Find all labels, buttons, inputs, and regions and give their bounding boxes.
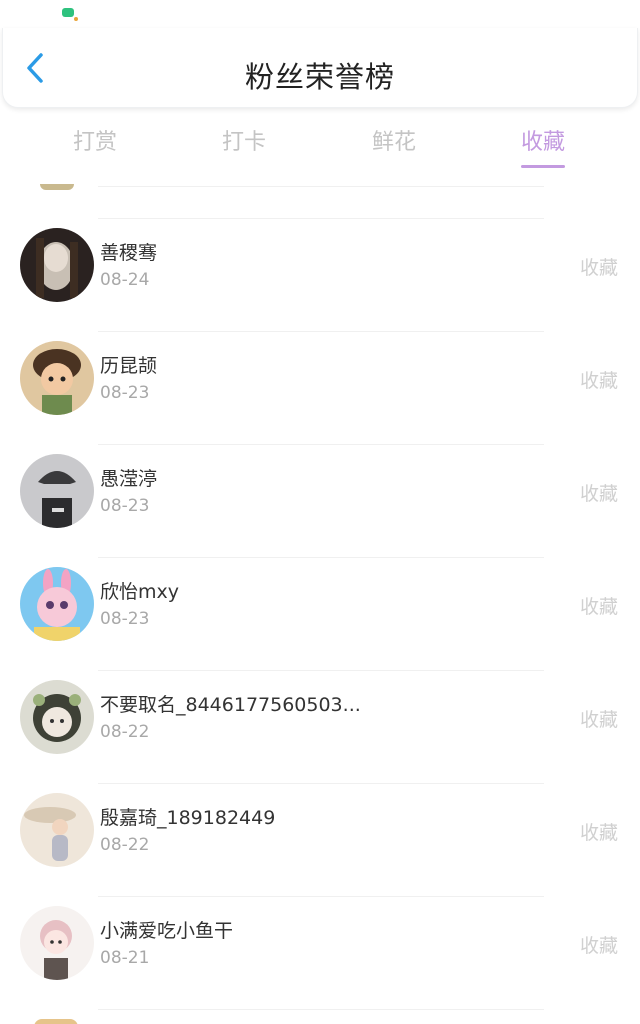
page-title: 粉丝荣誉榜 [244,60,395,94]
tab-bar: 打赏 打卡 鲜花 收藏 [0,110,640,170]
action-label[interactable]: 收藏 [580,592,618,619]
divider [98,783,544,784]
list-item[interactable]: 不要取名_8446177560503... 08-22 收藏 [0,670,640,783]
avatar[interactable] [20,680,94,754]
list-item[interactable]: 善稷骞 08-24 收藏 [0,218,640,331]
avatar[interactable] [20,228,94,302]
list-item[interactable]: 殷嘉琦_189182449 08-22 收藏 [0,783,640,896]
action-label[interactable]: 收藏 [580,705,618,732]
tab-checkin[interactable]: 打卡 [222,124,266,156]
fan-name: 欣怡mxy [100,581,179,603]
action-label[interactable]: 收藏 [580,366,618,393]
divider [98,1009,544,1010]
list-item[interactable]: 欣怡mxy 08-23 收藏 [0,557,640,670]
header: 粉丝荣誉榜 [2,28,638,108]
fan-name: 历昆颉 [100,355,158,377]
fan-name: 不要取名_8446177560503... [100,694,361,716]
avatar[interactable] [20,341,94,415]
avatar[interactable] [20,906,94,980]
avatar[interactable] [20,567,94,641]
tab-reward[interactable]: 打赏 [73,124,117,156]
fan-date: 08-23 [100,496,150,516]
avatar[interactable] [20,454,94,528]
fan-date: 08-22 [100,722,150,742]
action-label[interactable]: 收藏 [580,818,618,845]
divider [98,557,544,558]
fan-date: 08-21 [100,948,150,968]
divider [98,444,544,445]
fan-date: 08-22 [100,835,150,855]
fan-date: 08-23 [100,609,150,629]
tab-flowers[interactable]: 鲜花 [372,124,416,156]
fan-list[interactable]: 善稷骞 08-24 收藏 历昆颉 08-23 收藏 愚滢渟 08-23 收藏 欣… [0,170,640,1024]
divider [98,218,544,219]
divider [98,896,544,897]
list-item[interactable]: 历昆颉 08-23 收藏 [0,331,640,444]
fan-name: 善稷骞 [100,242,158,264]
action-label[interactable]: 收藏 [580,479,618,506]
divider [98,670,544,671]
fan-name: 殷嘉琦_189182449 [100,807,276,829]
fan-date: 08-23 [100,383,150,403]
list-item[interactable]: 愚滢渟 08-23 收藏 [0,444,640,557]
divider [98,186,544,187]
active-tab-indicator [521,165,566,168]
tab-favorites[interactable]: 收藏 [521,124,566,168]
status-bar [0,0,640,30]
action-label[interactable]: 收藏 [580,253,618,280]
notification-icon [62,8,78,21]
action-label[interactable]: 收藏 [580,931,618,958]
fan-name: 小满爱吃小鱼干 [100,920,234,942]
divider [98,331,544,332]
avatar-partial [40,184,74,190]
avatar[interactable] [20,793,94,867]
tab-favorites-label: 收藏 [521,130,566,155]
fan-date: 08-24 [100,270,150,290]
fan-name: 愚滢渟 [100,468,158,490]
list-item[interactable]: 小满爱吃小鱼干 08-21 收藏 [0,896,640,1009]
avatar-partial [34,1019,78,1024]
